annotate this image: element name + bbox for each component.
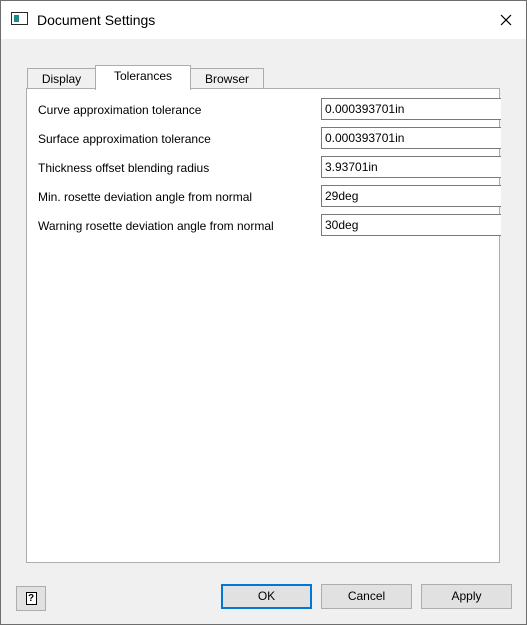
warning-rosette-angle-label: Warning rosette deviation angle from nor… <box>38 219 274 233</box>
tab-browser[interactable]: Browser <box>190 68 264 88</box>
apply-button[interactable]: Apply <box>421 584 512 609</box>
curve-tolerance-label: Curve approximation tolerance <box>38 103 202 117</box>
tolerances-panel: Curve approximation tolerance Surface ap… <box>26 88 501 563</box>
surface-tolerance-label: Surface approximation tolerance <box>38 132 211 146</box>
close-icon <box>500 14 512 26</box>
min-rosette-angle-input[interactable] <box>321 185 501 207</box>
help-button[interactable]: ? <box>16 586 46 611</box>
setting-row: Curve approximation tolerance <box>27 98 501 122</box>
tab-tolerances[interactable]: Tolerances <box>95 65 191 90</box>
setting-row: Warning rosette deviation angle from nor… <box>27 214 501 238</box>
thickness-radius-input[interactable] <box>321 156 501 178</box>
title-bar: Document Settings <box>1 1 526 39</box>
tab-display[interactable]: Display <box>27 68 96 88</box>
warning-rosette-angle-input[interactable] <box>321 214 501 236</box>
window-title: Document Settings <box>37 12 156 28</box>
min-rosette-angle-label: Min. rosette deviation angle from normal <box>38 190 253 204</box>
document-settings-dialog: Document Settings Display Tolerances Bro… <box>0 0 527 625</box>
help-icon: ? <box>25 592 37 605</box>
thickness-radius-label: Thickness offset blending radius <box>38 161 210 175</box>
close-button[interactable] <box>489 5 523 35</box>
surface-tolerance-input[interactable] <box>321 127 501 149</box>
setting-row: Min. rosette deviation angle from normal <box>27 185 501 209</box>
setting-row: Surface approximation tolerance <box>27 127 501 151</box>
setting-row: Thickness offset blending radius <box>27 156 501 180</box>
ok-button[interactable]: OK <box>221 584 312 609</box>
window-icon <box>11 12 28 25</box>
curve-tolerance-input[interactable] <box>321 98 501 120</box>
cancel-button[interactable]: Cancel <box>321 584 412 609</box>
